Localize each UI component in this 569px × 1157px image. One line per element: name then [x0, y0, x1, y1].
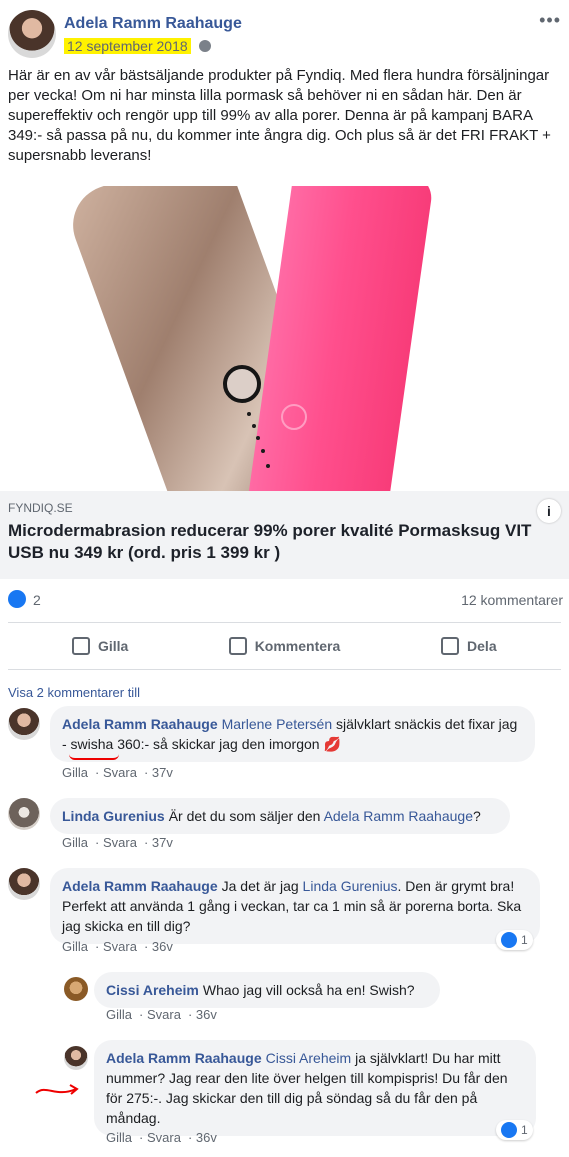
like-reaction-icon[interactable] — [8, 590, 26, 608]
comment-meta: Gilla · Svara · 37v — [62, 835, 173, 850]
comment-reply-link[interactable]: Svara — [103, 835, 137, 850]
comment-mention[interactable]: Cissi Areheim — [266, 1050, 352, 1066]
comment-time[interactable]: 36v — [196, 1130, 217, 1145]
reply-avatar[interactable] — [64, 1046, 88, 1070]
post-action-bar: Gilla Kommentera Dela — [8, 622, 561, 670]
like-button[interactable]: Gilla — [8, 623, 192, 669]
comment-time[interactable]: 37v — [152, 835, 173, 850]
reactions-row: 2 12 kommentarer — [0, 586, 569, 616]
led-dot — [252, 424, 256, 428]
comment-like-link[interactable]: Gilla — [62, 939, 88, 954]
share-button[interactable]: Dela — [377, 623, 561, 669]
comment-reply-link[interactable]: Svara — [103, 939, 137, 954]
comment-meta: Gilla · Svara · 36v — [106, 1007, 217, 1022]
comment-like-badge[interactable]: 1 — [496, 930, 533, 950]
globe-icon — [198, 40, 211, 52]
post-date-highlight[interactable]: 12 september 2018 — [64, 38, 191, 54]
view-more-comments[interactable]: Visa 2 kommentarer till — [8, 685, 140, 700]
link-title[interactable]: Microdermabrasion reducerar 99% porer kv… — [8, 520, 558, 564]
comment-bubble: Linda Gurenius Är det du som säljer den A… — [50, 798, 510, 834]
like-reaction-icon — [501, 932, 517, 948]
comment-1: Adela Ramm Raahauge Marlene Petersén själ… — [8, 704, 561, 782]
comment-author[interactable]: Adela Ramm Raahauge — [62, 878, 218, 894]
comment-time[interactable]: 37v — [152, 765, 173, 780]
comment-end: ? — [472, 808, 481, 824]
comment-author[interactable]: Adela Ramm Raahauge — [106, 1050, 262, 1066]
comment-3: Adela Ramm Raahauge Ja det är jag Linda G… — [8, 864, 561, 958]
author-avatar[interactable] — [8, 10, 56, 58]
comment-author[interactable]: Cissi Areheim — [106, 982, 199, 998]
comment-meta: Gilla · Svara · 36v — [106, 1130, 217, 1145]
comment-bubble: Adela Ramm Raahauge Marlene Petersén själ… — [50, 706, 535, 762]
comment-5: Adela Ramm Raahauge Cissi Areheim ja själ… — [64, 1036, 561, 1148]
share-icon — [441, 637, 460, 655]
comment-author[interactable]: Adela Ramm Raahauge — [62, 716, 218, 732]
comment-label: Kommentera — [254, 638, 341, 654]
reaction-count[interactable]: 2 — [33, 592, 41, 608]
comment-time[interactable]: 36v — [196, 1007, 217, 1022]
reply-avatar[interactable] — [64, 977, 88, 1001]
comment-reply-link[interactable]: Svara — [147, 1130, 181, 1145]
post-date[interactable]: 12 september 2018 — [64, 38, 211, 54]
comment-4: Cissi Areheim Whao jag vill också ha en! … — [64, 968, 561, 1026]
comment-bubble: Adela Ramm Raahauge Ja det är jag Linda G… — [50, 868, 540, 944]
led-dot — [261, 449, 265, 453]
comment-like-link[interactable]: Gilla — [62, 835, 88, 850]
comment-avatar[interactable] — [8, 798, 40, 830]
post-text: Här är en av vår bästsäljande produkter … — [8, 67, 551, 164]
comment-button[interactable]: Kommentera — [192, 623, 376, 669]
thumbs-up-icon — [71, 637, 90, 655]
comment-bubble: Adela Ramm Raahauge Cissi Areheim ja själ… — [94, 1040, 536, 1136]
comment-author[interactable]: Linda Gurenius — [62, 808, 165, 824]
comment-text: Ja det är jag — [221, 878, 303, 894]
link-preview[interactable]: FYNDIQ.SE Microdermabrasion reducerar 99… — [0, 491, 569, 579]
comment-like-badge[interactable]: 1 — [496, 1120, 533, 1140]
comment-mention[interactable]: Marlene Petersén — [222, 716, 333, 732]
pink-swirl-icon — [281, 404, 307, 430]
post-header: Adela Ramm Raahauge 12 september 2018 ••… — [8, 8, 561, 60]
comment-like-link[interactable]: Gilla — [62, 765, 88, 780]
comment-avatar[interactable] — [8, 708, 40, 740]
comment-like-link[interactable]: Gilla — [106, 1007, 132, 1022]
comment-meta: Gilla · Svara · 36v — [62, 939, 173, 954]
info-icon[interactable]: i — [537, 499, 561, 523]
led-dot — [247, 412, 251, 416]
comment-avatar[interactable] — [8, 868, 40, 900]
post-author-name[interactable]: Adela Ramm Raahauge — [64, 15, 242, 33]
comment-text: Whao jag vill också ha en! Swish? — [202, 982, 415, 998]
comment-bubble: Cissi Areheim Whao jag vill också ha en! … — [94, 972, 440, 1008]
like-label: Gilla — [97, 638, 129, 654]
comment-count[interactable]: 12 kommentarer — [461, 592, 563, 608]
led-dot — [256, 436, 260, 440]
red-annotation-underline — [69, 754, 119, 760]
comment-like-link[interactable]: Gilla — [106, 1130, 132, 1145]
red-annotation-arrow-icon — [35, 1084, 79, 1095]
like-reaction-icon — [501, 1122, 517, 1138]
comment-reply-link[interactable]: Svara — [103, 765, 137, 780]
comment-time[interactable]: 36v — [152, 939, 173, 954]
comment-2: Linda Gurenius Är det du som säljer den A… — [8, 792, 561, 854]
comment-like-count: 1 — [521, 1123, 528, 1137]
pink-device-shape — [245, 186, 435, 491]
comment-like-count: 1 — [521, 933, 528, 947]
more-options-icon[interactable]: ••• — [539, 10, 561, 31]
comment-meta: Gilla · Svara · 37v — [62, 765, 173, 780]
comment-mention[interactable]: Linda Gurenius — [303, 878, 398, 894]
comment-icon — [228, 637, 247, 655]
comment-mention[interactable]: Adela Ramm Raahauge — [324, 808, 473, 824]
comment-reply-link[interactable]: Svara — [147, 1007, 181, 1022]
share-label: Dela — [467, 638, 497, 654]
product-image[interactable] — [0, 186, 569, 491]
led-dot — [266, 464, 270, 468]
kiss-icon: 💋 — [323, 736, 341, 752]
device-power-icon — [223, 365, 261, 403]
comment-text: Är det du som säljer den — [168, 808, 324, 824]
link-domain: FYNDIQ.SE — [8, 501, 73, 515]
